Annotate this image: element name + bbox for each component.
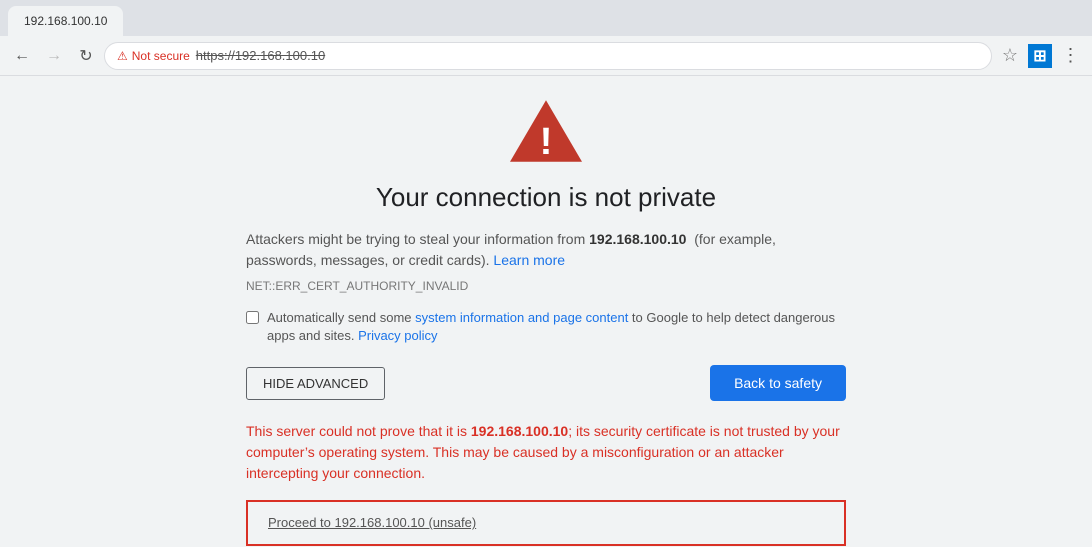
menu-button[interactable]: ⋮ — [1056, 42, 1084, 70]
forward-button[interactable]: → — [40, 42, 68, 70]
hide-advanced-button[interactable]: HIDE ADVANCED — [246, 367, 385, 400]
bold-ip: 192.168.100.10 — [589, 231, 686, 247]
bookmark-button[interactable]: ☆ — [996, 42, 1024, 70]
svg-text:!: ! — [540, 120, 553, 163]
active-tab[interactable]: 192.168.100.10 — [8, 6, 123, 36]
system-info-link[interactable]: system information and page content — [415, 310, 628, 325]
advanced-bold-ip: 192.168.100.10 — [471, 423, 568, 439]
proceed-box[interactable]: Proceed to 192.168.100.10 (unsafe) — [246, 500, 846, 546]
warning-icon: ⚠ — [117, 49, 128, 63]
url-text: https://192.168.100.10 — [196, 48, 325, 63]
page-content: ! Your connection is not private Attacke… — [0, 76, 1092, 547]
bookmark-icon: ☆ — [1002, 45, 1018, 66]
warning-triangle-icon: ! — [506, 96, 586, 166]
button-row: HIDE ADVANCED Back to safety — [246, 365, 846, 401]
advanced-info-block: This server could not prove that it is 1… — [246, 421, 846, 484]
toolbar-right: ☆ ⊞ ⋮ — [996, 42, 1084, 70]
main-heading: Your connection is not private — [376, 182, 716, 213]
proceed-link[interactable]: Proceed to 192.168.100.10 (unsafe) — [268, 515, 476, 530]
address-bar[interactable]: ⚠ Not secure https://192.168.100.10 — [104, 42, 992, 70]
learn-more-link[interactable]: Learn more — [493, 252, 565, 268]
advanced-text-before-bold: This server could not prove that it is — [246, 423, 471, 439]
tab-title: 192.168.100.10 — [24, 14, 107, 28]
security-label: Not secure — [132, 49, 190, 63]
windows-button[interactable]: ⊞ — [1026, 42, 1054, 70]
privacy-policy-link[interactable]: Privacy policy — [358, 328, 437, 343]
send-info-checkbox[interactable] — [246, 311, 259, 324]
security-indicator: ⚠ Not secure — [117, 49, 190, 63]
checkbox-text-before-link: Automatically send some — [267, 310, 415, 325]
checkbox-text: Automatically send some system informati… — [267, 309, 846, 345]
back-to-safety-button[interactable]: Back to safety — [710, 365, 846, 401]
reload-button[interactable]: ↻ — [72, 42, 100, 70]
back-button[interactable]: ← — [8, 42, 36, 70]
error-code: NET::ERR_CERT_AUTHORITY_INVALID — [246, 279, 846, 293]
windows-icon: ⊞ — [1028, 44, 1052, 68]
menu-icon: ⋮ — [1062, 45, 1079, 66]
toolbar: ← → ↻ ⚠ Not secure https://192.168.100.1… — [0, 36, 1092, 76]
tab-bar: 192.168.100.10 — [0, 0, 1092, 36]
checkbox-row: Automatically send some system informati… — [246, 309, 846, 345]
browser-window: 192.168.100.10 ← → ↻ ⚠ Not secure https:… — [0, 0, 1092, 76]
description-block: Attackers might be trying to steal your … — [246, 229, 846, 271]
description-before-bold: Attackers might be trying to steal your … — [246, 231, 589, 247]
